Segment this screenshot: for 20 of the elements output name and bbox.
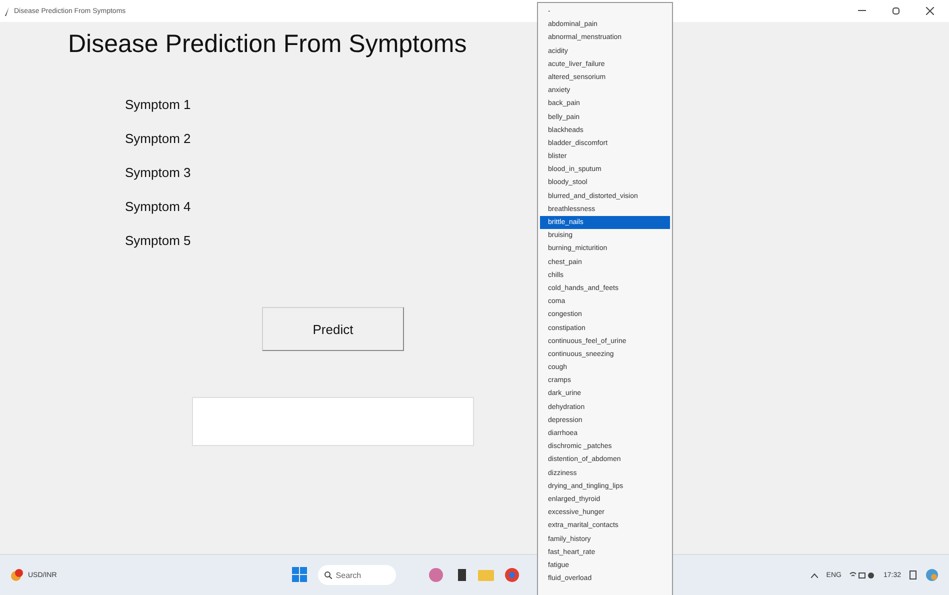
chevron-icon[interactable] [811, 572, 818, 578]
minimize-icon[interactable] [858, 10, 866, 12]
weather-icon [10, 568, 24, 582]
symptom-label: Symptom 5 [125, 232, 191, 250]
predict-button[interactable]: Predict [262, 307, 404, 351]
symptom-label: Symptom 2 [125, 130, 191, 148]
browser-icon[interactable] [504, 567, 520, 583]
start-icon[interactable] [292, 567, 308, 583]
app-icon[interactable] [456, 567, 468, 583]
symptom-label: Symptom 3 [125, 164, 191, 182]
symptom-label: Symptom 1 [125, 96, 191, 114]
symptom-label: Symptom 4 [125, 198, 191, 216]
notification-icon[interactable] [909, 570, 917, 580]
search-field[interactable]: Search [318, 565, 396, 585]
restore-icon[interactable] [892, 7, 900, 15]
app-heading: Disease Prediction From Symptoms [68, 30, 467, 59]
copilot-icon[interactable] [925, 568, 939, 582]
feather-icon [4, 6, 10, 16]
close-icon[interactable] [926, 7, 934, 15]
search-icon [324, 571, 332, 579]
